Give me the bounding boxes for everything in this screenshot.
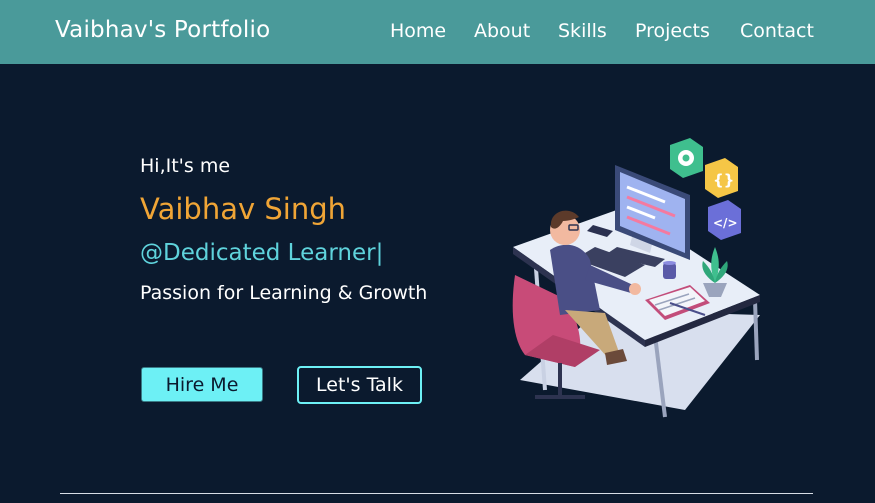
nav-link-projects[interactable]: Projects [635, 20, 710, 42]
nav-link-contact[interactable]: Contact [740, 20, 814, 42]
nav-link-skills[interactable]: Skills [558, 20, 607, 42]
typing-cursor: | [375, 240, 384, 266]
hero-tagline: Passion for Learning & Growth [140, 282, 428, 304]
hire-me-button[interactable]: Hire Me [141, 367, 263, 402]
nav-links: Home About Skills Projects Contact [0, 20, 875, 48]
hero-role: @Dedicated Learner| [140, 240, 383, 266]
hero-name: Vaibhav Singh [140, 192, 346, 226]
hero-greeting: Hi,It's me [140, 155, 231, 177]
nav-link-home[interactable]: Home [390, 20, 446, 42]
svg-text:</>: </> [713, 216, 738, 230]
hero-role-text: @Dedicated Learner [140, 240, 376, 266]
lets-talk-button[interactable]: Let's Talk [297, 366, 422, 404]
svg-text:{}: {} [713, 171, 734, 189]
navbar: Vaibhav's Portfolio Home About Skills Pr… [0, 0, 875, 64]
nav-link-about[interactable]: About [474, 20, 530, 42]
footer-divider [60, 493, 813, 494]
developer-illustration: {} </> [512, 138, 760, 418]
